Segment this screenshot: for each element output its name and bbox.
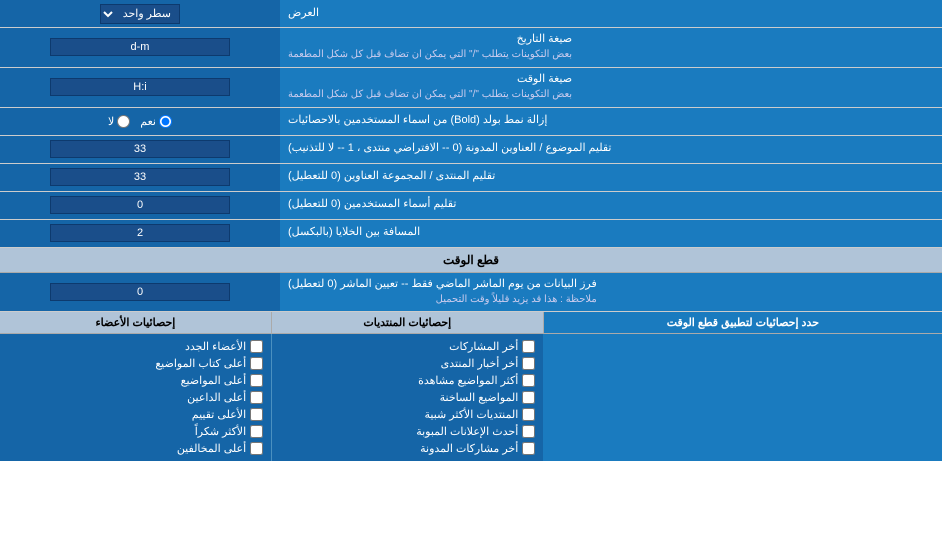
bold-remove-row: إزالة نمط بولد (Bold) من اسماء المستخدمي… bbox=[0, 108, 942, 136]
checkbox-most-similar: المنتديات الأكثر شبية bbox=[280, 406, 535, 423]
date-format-input-cell: d-m bbox=[0, 28, 280, 67]
cb-top-writers[interactable] bbox=[250, 357, 263, 370]
cb-last-posts[interactable] bbox=[522, 340, 535, 353]
date-format-label: صيغة التاريخ بعض التكوينات يتطلب "/" الت… bbox=[280, 28, 942, 67]
bold-remove-radio-cell: نعم لا bbox=[0, 108, 280, 135]
checkboxes-spacer bbox=[543, 334, 942, 461]
cb-blog-posts[interactable] bbox=[522, 442, 535, 455]
bold-no-radio[interactable] bbox=[117, 115, 130, 128]
topic-title-input[interactable]: 33 bbox=[50, 140, 230, 158]
cb-top-rated[interactable] bbox=[250, 408, 263, 421]
main-container: العرض سطر واحد سطرين ثلاثة أسطر صيغة الت… bbox=[0, 0, 942, 461]
checkboxes-section: حدد إحصائيات لتطبيق قطع الوقت إحصائيات ا… bbox=[0, 312, 942, 461]
cb-most-thanks[interactable] bbox=[250, 425, 263, 438]
cutoff-input-cell: 0 bbox=[0, 273, 280, 312]
forum-title-input-cell: 33 bbox=[0, 164, 280, 191]
cutoff-label: فرز البيانات من يوم الماشر الماضي فقط --… bbox=[280, 273, 942, 312]
forum-title-row: تقليم المنتدى / المجموعة العناوين (0 للت… bbox=[0, 164, 942, 192]
cb-new-members[interactable] bbox=[250, 340, 263, 353]
display-label: العرض bbox=[280, 0, 942, 27]
checkbox-new-members: الأعضاء الجدد bbox=[8, 338, 263, 355]
display-input-cell: سطر واحد سطرين ثلاثة أسطر bbox=[0, 0, 280, 27]
usernames-input[interactable]: 0 bbox=[50, 196, 230, 214]
usernames-row: تقليم أسماء المستخدمين (0 للتعطيل) 0 bbox=[0, 192, 942, 220]
checkboxes-main-header: حدد إحصائيات لتطبيق قطع الوقت bbox=[543, 312, 942, 334]
topic-title-input-cell: 33 bbox=[0, 136, 280, 163]
date-format-row: صيغة التاريخ بعض التكوينات يتطلب "/" الت… bbox=[0, 28, 942, 68]
checkbox-last-posts: أخر المشاركات bbox=[280, 338, 535, 355]
cb-most-viewed[interactable] bbox=[522, 374, 535, 387]
time-format-label: صيغة الوقت بعض التكوينات يتطلب "/" التي … bbox=[280, 68, 942, 107]
cb-most-similar[interactable] bbox=[522, 408, 535, 421]
cb-forum-news[interactable] bbox=[522, 357, 535, 370]
checkbox-top-writers: أعلى كتاب المواضيع bbox=[8, 355, 263, 372]
forum-title-label: تقليم المنتدى / المجموعة العناوين (0 للت… bbox=[280, 164, 942, 191]
topic-title-label: تقليم الموضوع / العناوين المدونة (0 -- ا… bbox=[280, 136, 942, 163]
checkbox-top-rated: الأعلى تقييم bbox=[8, 406, 263, 423]
cb-top-topics[interactable] bbox=[250, 374, 263, 387]
checkbox-top-topics: أعلى المواضيع bbox=[8, 372, 263, 389]
cb-top-violators[interactable] bbox=[250, 442, 263, 455]
topic-title-row: تقليم الموضوع / العناوين المدونة (0 -- ا… bbox=[0, 136, 942, 164]
time-format-input[interactable]: H:i bbox=[50, 78, 230, 96]
forums-checkboxes: أخر المشاركات أخر أخبار المنتدى أكثر الم… bbox=[271, 334, 543, 461]
checkbox-ads: أحدث الإعلانات المبوبة bbox=[280, 423, 535, 440]
checkbox-forum-news: أخر أخبار المنتدى bbox=[280, 355, 535, 372]
checkboxes-grid: حدد إحصائيات لتطبيق قطع الوقت إحصائيات ا… bbox=[0, 312, 942, 334]
bold-yes-label[interactable]: نعم bbox=[140, 115, 172, 128]
usernames-label: تقليم أسماء المستخدمين (0 للتعطيل) bbox=[280, 192, 942, 219]
cutoff-row: فرز البيانات من يوم الماشر الماضي فقط --… bbox=[0, 273, 942, 313]
checkbox-hot-topics: المواضيع الساخنة bbox=[280, 389, 535, 406]
cell-gap-input-cell: 2 bbox=[0, 220, 280, 247]
checkbox-blog-posts: أخر مشاركات المدونة bbox=[280, 440, 535, 457]
checkbox-top-violators: أعلى المخالفين bbox=[8, 440, 263, 457]
cutoff-input[interactable]: 0 bbox=[50, 283, 230, 301]
checkboxes-items-row: أخر المشاركات أخر أخبار المنتدى أكثر الم… bbox=[0, 334, 942, 461]
cell-gap-row: المسافة بين الخلايا (بالبكسل) 2 bbox=[0, 220, 942, 248]
usernames-input-cell: 0 bbox=[0, 192, 280, 219]
bold-remove-label: إزالة نمط بولد (Bold) من اسماء المستخدمي… bbox=[280, 108, 942, 135]
display-row: العرض سطر واحد سطرين ثلاثة أسطر bbox=[0, 0, 942, 28]
cell-gap-label: المسافة بين الخلايا (بالبكسل) bbox=[280, 220, 942, 247]
bold-yes-radio[interactable] bbox=[159, 115, 172, 128]
forum-title-input[interactable]: 33 bbox=[50, 168, 230, 186]
checkboxes-members-header: إحصائيات الأعضاء bbox=[0, 312, 271, 334]
display-select[interactable]: سطر واحد سطرين ثلاثة أسطر bbox=[100, 4, 180, 24]
cb-top-inviters[interactable] bbox=[250, 391, 263, 404]
checkboxes-forums-header: إحصائيات المنتديات bbox=[271, 312, 543, 334]
checkbox-most-thanks: الأكثر شكراً bbox=[8, 423, 263, 440]
cb-hot-topics[interactable] bbox=[522, 391, 535, 404]
checkbox-top-inviters: أعلى الداعين bbox=[8, 389, 263, 406]
cb-ads[interactable] bbox=[522, 425, 535, 438]
bold-no-label[interactable]: لا bbox=[108, 115, 130, 128]
date-format-input[interactable]: d-m bbox=[50, 38, 230, 56]
time-format-input-cell: H:i bbox=[0, 68, 280, 107]
cell-gap-input[interactable]: 2 bbox=[50, 224, 230, 242]
time-format-row: صيغة الوقت بعض التكوينات يتطلب "/" التي … bbox=[0, 68, 942, 108]
checkbox-most-viewed: أكثر المواضيع مشاهدة bbox=[280, 372, 535, 389]
members-checkboxes: الأعضاء الجدد أعلى كتاب المواضيع أعلى ال… bbox=[0, 334, 271, 461]
cutoff-section-header: قطع الوقت bbox=[0, 248, 942, 273]
